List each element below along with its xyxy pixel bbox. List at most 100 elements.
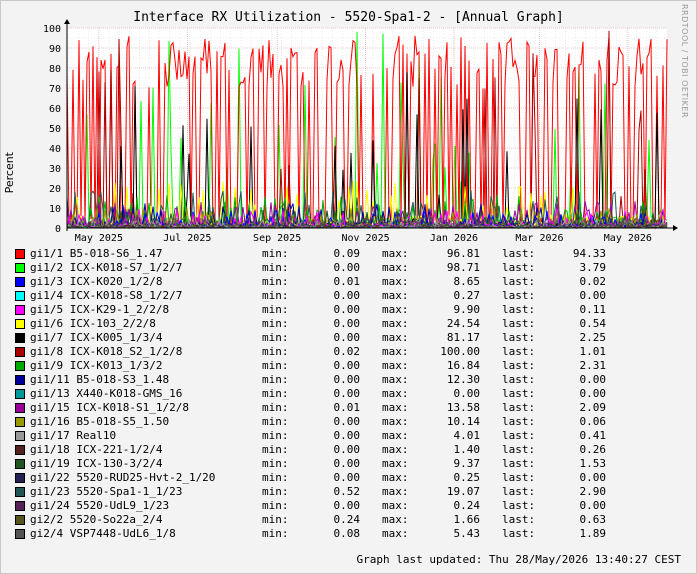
min-value: 0.00 [333,373,361,386]
min-value: 0.00 [333,289,361,302]
max-value: 24.54 [446,317,480,330]
last-value: 0.00 [579,373,607,386]
max-label: max: [382,471,409,484]
max-label: max: [382,429,409,442]
last-value: 0.00 [579,387,607,400]
max-label: max: [382,415,409,428]
max-label: max: [382,331,409,344]
max-label: max: [382,303,409,316]
legend-swatch [15,501,25,511]
max-label: max: [382,527,409,540]
min-label: min: [262,345,289,358]
max-label: max: [382,289,409,302]
max-value: 81.17 [446,331,480,344]
legend-label: gi1/11 B5-018-S3_1.48 [30,373,170,386]
legend-swatch [15,389,25,399]
x-tick-label: Sep 2025 [253,233,301,244]
x-tick-label: Jul 2025 [163,233,211,244]
max-value: 98.71 [446,261,480,274]
y-axis-arrow [64,19,70,24]
last-value: 1.01 [579,345,607,358]
max-value: 0.00 [453,387,481,400]
max-value: 12.30 [446,373,480,386]
legend-row: gi1/22 5520-RUD25-Hvt-2_1/20 min: 0.00 max:… [14,471,684,485]
last-value: 2.25 [579,331,607,344]
last-value: 0.06 [579,415,607,428]
min-value: 0.00 [333,457,361,470]
min-value: 0.00 [333,443,361,456]
min-label: min: [262,317,289,330]
legend-label: gi1/3 ICX-K020_1/2/8 [30,275,163,288]
last-label: last: [502,247,536,260]
max-value: 5.43 [453,527,481,540]
max-value: 0.27 [453,289,481,302]
max-value: 8.65 [453,275,481,288]
legend: gi1/1 B5-018-S6_1.47 min: 0.09 max: 96.81 las… [14,247,684,541]
max-value: 96.81 [446,247,480,260]
last-value: 2.90 [579,485,607,498]
legend-swatch [15,249,25,259]
legend-label: gi1/24 5520-UdL9_1/23 [30,499,170,512]
legend-row: gi1/6 ICX-103_2/2/8 min: 0.00 max: 24.54 last… [14,317,684,331]
legend-label: gi1/4 ICX-K018-S8_1/2/7 [30,289,183,302]
last-label: last: [502,331,536,344]
min-value: 0.00 [333,471,361,484]
max-value: 100.00 [440,345,480,358]
legend-label: gi1/19 ICX-130-3/2/4 [30,457,163,470]
last-label: last: [502,275,536,288]
max-value: 0.25 [453,471,481,484]
legend-row: gi1/5 ICX-K29-1_2/2/8 min: 0.00 max: 9.90 las… [14,303,684,317]
legend-row: gi1/8 ICX-K018_S2_1/2/8 min: 0.02 max: 100.0… [14,345,684,359]
y-tick-label: 30 [49,164,61,175]
max-label: max: [382,457,409,470]
last-label: last: [502,443,536,456]
legend-label: gi1/1 B5-018-S6_1.47 [30,247,163,260]
x-tick-label: Mar 2026 [515,233,563,244]
last-label: last: [502,303,536,316]
last-label: last: [502,345,536,358]
max-value: 19.07 [446,485,480,498]
max-label: max: [382,499,409,512]
min-label: min: [262,443,289,456]
y-tick-label: 60 [49,104,61,115]
legend-row: gi1/18 ICX-221-1/2/4 min: 0.00 max: 1.40 last… [14,443,684,457]
legend-swatch [15,431,25,441]
legend-label: gi1/9 ICX-K013_1/3/2 [30,359,163,372]
legend-swatch [15,291,25,301]
last-label: last: [502,261,536,274]
last-label: last: [502,401,536,414]
max-label: max: [382,261,409,274]
y-tick-label: 80 [49,64,61,75]
min-label: min: [262,415,289,428]
x-tick-label: May 2026 [604,233,652,244]
max-label: max: [382,387,409,400]
last-value: 2.09 [579,401,607,414]
max-label: max: [382,373,409,386]
max-value: 9.37 [453,457,481,470]
max-label: max: [382,275,409,288]
legend-row: gi1/4 ICX-K018-S8_1/2/7 min: 0.00 max: 0.27 l… [14,289,684,303]
legend-row: gi1/15 ICX-K018-S1_1/2/8 min: 0.01 max: 13.5… [14,401,684,415]
legend-swatch [15,347,25,357]
min-value: 0.00 [333,415,361,428]
min-label: min: [262,261,289,274]
max-value: 13.58 [446,401,480,414]
min-label: min: [262,499,289,512]
legend-row: gi1/1 B5-018-S6_1.47 min: 0.09 max: 96.81 las… [14,247,684,261]
last-value: 0.00 [579,499,607,512]
legend-label: gi1/6 ICX-103_2/2/8 [30,317,156,330]
min-label: min: [262,275,289,288]
legend-row: gi2/2 5520-So22a_2/4 min: 0.24 max: 1.66 last… [14,513,684,527]
min-value: 0.00 [333,317,361,330]
last-value: 3.79 [579,261,607,274]
min-value: 0.00 [333,387,361,400]
max-value: 4.01 [453,429,481,442]
last-updated: Graph last updated: Thu 28/May/2026 13:4… [356,553,681,566]
last-label: last: [502,415,536,428]
legend-row: gi2/4 VSP7448-UdL6_1/8 min: 0.08 max: 5.43 la… [14,527,684,541]
min-label: min: [262,359,289,372]
legend-swatch [15,375,25,385]
legend-swatch [15,445,25,455]
chart-svg: 0 10 20 30 40 50 60 70 80 90 100 May 2025 Jul 2025 Se… [43,19,678,244]
last-label: last: [502,373,536,386]
